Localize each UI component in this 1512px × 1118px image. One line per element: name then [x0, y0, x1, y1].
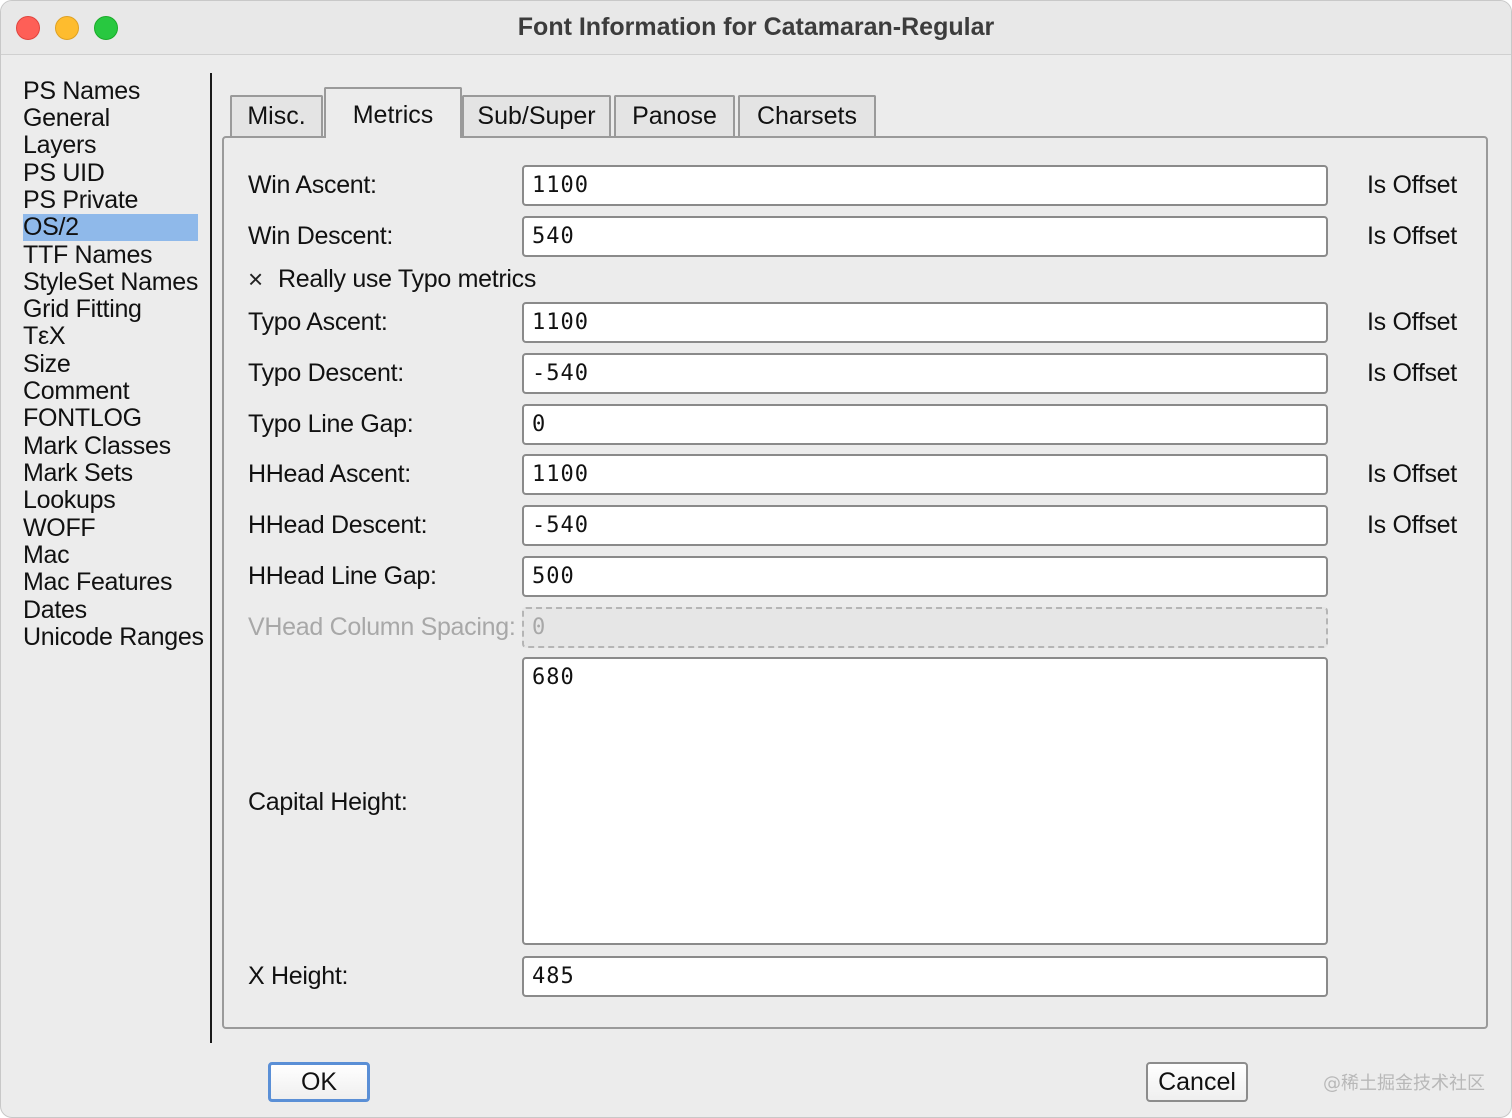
win-descent-field[interactable]: 540 [522, 216, 1328, 257]
sidebar-item-os2[interactable]: OS/2 [23, 214, 198, 241]
sidebar-item-dates[interactable]: Dates [23, 597, 198, 624]
hhead-descent-label: HHead Descent: [248, 511, 428, 539]
sidebar-item-mac[interactable]: Mac [23, 542, 198, 569]
sidebar-item-tex[interactable]: TεX [23, 323, 198, 350]
x-height-field[interactable]: 485 [522, 956, 1328, 997]
typo-ascent-label: Typo Ascent: [248, 308, 388, 336]
cancel-button[interactable]: Cancel [1146, 1062, 1248, 1102]
typo-descent-field[interactable]: -540 [522, 353, 1328, 394]
typo-descent-label: Typo Descent: [248, 359, 404, 387]
hhead-ascent-field[interactable]: 1100 [522, 454, 1328, 495]
tab-charsets[interactable]: Charsets [738, 95, 876, 137]
sidebar-item-ps-private[interactable]: PS Private [23, 187, 198, 214]
sidebar-item-mark-sets[interactable]: Mark Sets [23, 460, 198, 487]
hhead-descent-is-offset[interactable]: Is Offset [1367, 511, 1457, 540]
win-ascent-is-offset[interactable]: Is Offset [1367, 171, 1457, 200]
x-height-label: X Height: [248, 962, 349, 990]
sidebar-item-styleset-names[interactable]: StyleSet Names [23, 269, 198, 296]
sidebar-item-unicode-ranges[interactable]: Unicode Ranges [23, 624, 204, 651]
win-descent-is-offset[interactable]: Is Offset [1367, 222, 1457, 251]
sidebar-item-mark-classes[interactable]: Mark Classes [23, 433, 198, 460]
hhead-line-gap-field[interactable]: 500 [522, 556, 1328, 597]
sidebar-item-ttf-names[interactable]: TTF Names [23, 242, 198, 269]
watermark: @稀土掘金技术社区 [1323, 1073, 1485, 1094]
sidebar-item-ps-uid[interactable]: PS UID [23, 160, 198, 187]
ok-button[interactable]: OK [268, 1062, 370, 1102]
hhead-ascent-label: HHead Ascent: [248, 460, 411, 488]
win-descent-label: Win Descent: [248, 222, 394, 250]
vhead-column-spacing-field: 0 [522, 607, 1328, 648]
sidebar-item-ps-names[interactable]: PS Names [23, 78, 198, 105]
sidebar-item-comment[interactable]: Comment [23, 378, 198, 405]
win-ascent-label: Win Ascent: [248, 171, 377, 199]
sidebar-item-mac-features[interactable]: Mac Features [23, 569, 198, 596]
window-title: Font Information for Catamaran-Regular [517, 13, 995, 41]
hhead-ascent-is-offset[interactable]: Is Offset [1367, 460, 1457, 489]
typo-ascent-field[interactable]: 1100 [522, 302, 1328, 343]
tab-panose[interactable]: Panose [614, 95, 735, 137]
tab-metrics[interactable]: Metrics [324, 87, 462, 138]
capital-height-label: Capital Height: [248, 788, 408, 816]
really-use-typo-label: Really use Typo metrics [278, 265, 537, 293]
titlebar: Font Information for Catamaran-Regular [1, 1, 1511, 55]
sidebar-item-lookups[interactable]: Lookups [23, 487, 198, 514]
capital-height-field[interactable]: 680 [522, 657, 1328, 945]
sidebar-item-size[interactable]: Size [23, 351, 198, 378]
hhead-line-gap-label: HHead Line Gap: [248, 562, 437, 590]
tab-sub-super[interactable]: Sub/Super [462, 95, 611, 137]
vhead-column-spacing-label: VHead Column Spacing: [248, 613, 516, 641]
typo-descent-is-offset[interactable]: Is Offset [1367, 359, 1457, 388]
typo-ascent-is-offset[interactable]: Is Offset [1367, 308, 1457, 337]
font-info-window: Font Information for Catamaran-Regular P… [0, 0, 1512, 1118]
typo-line-gap-field[interactable]: 0 [522, 404, 1328, 445]
typo-line-gap-label: Typo Line Gap: [248, 410, 414, 438]
hhead-descent-field[interactable]: -540 [522, 505, 1328, 546]
sidebar-item-fontlog[interactable]: FONTLOG [23, 405, 198, 432]
win-ascent-field[interactable]: 1100 [522, 165, 1328, 206]
tab-misc[interactable]: Misc. [230, 95, 323, 137]
sidebar-divider[interactable] [210, 73, 212, 1043]
sidebar-item-layers[interactable]: Layers [23, 132, 198, 159]
sidebar-item-grid-fitting[interactable]: Grid Fitting [23, 296, 198, 323]
sidebar-item-general[interactable]: General [23, 105, 198, 132]
checkbox-x-icon[interactable]: × [248, 265, 263, 293]
sidebar-item-woff[interactable]: WOFF [23, 515, 198, 542]
